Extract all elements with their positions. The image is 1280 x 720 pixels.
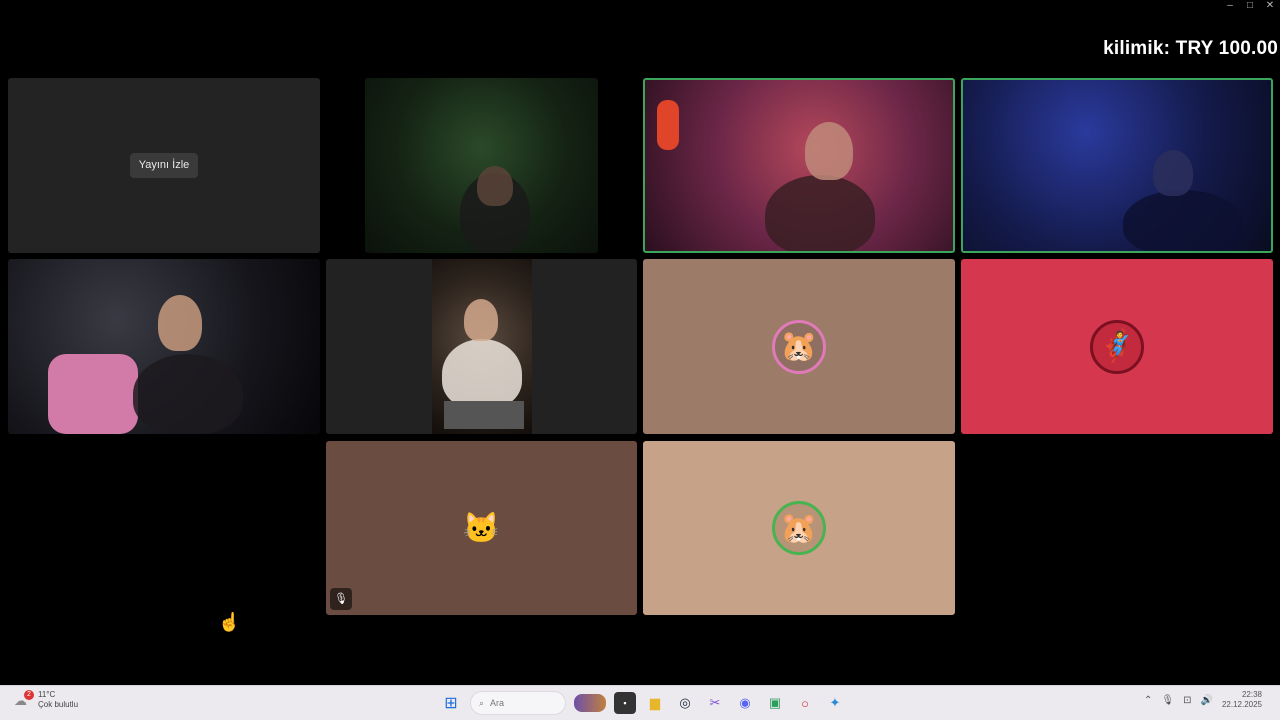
participant-video	[1123, 190, 1243, 251]
taskbar-apps: ⊞ ⌕ Ara ▪ ▆ ◎ ✂ ◉ ▣ ○ ✦	[440, 690, 846, 716]
discord-icon[interactable]: ◉	[734, 692, 756, 714]
snipping-tool-icon[interactable]: ✂	[704, 692, 726, 714]
participant-avatar: 🐹	[772, 319, 826, 374]
video-tile-blue-room-user[interactable]	[961, 78, 1273, 253]
close-button[interactable]: ✕	[1260, 0, 1280, 12]
opera-icon[interactable]: ○	[794, 692, 816, 714]
steam-icon[interactable]: ◎	[674, 692, 696, 714]
taskbar: ☁ 2 11°C Çok bulutlu ⊞ ⌕ Ara ▪ ▆ ◎ ✂ ◉ ▣…	[0, 685, 1280, 720]
participant-video	[133, 354, 243, 434]
participant-avatar: 🦸	[1090, 319, 1144, 374]
keyboard	[444, 401, 524, 429]
weather-text: 11°C Çok bulutlu	[38, 690, 78, 710]
weather-widget[interactable]: ☁ 2 11°C Çok bulutlu	[14, 690, 78, 710]
search-icon: ⌕	[479, 697, 485, 708]
avatar-tile-cat[interactable]: 🐱 🎙	[326, 441, 637, 615]
notification-badge: 2	[24, 690, 34, 700]
avatar-tile-green[interactable]: 🐹	[643, 441, 955, 615]
maximize-button[interactable]: □	[1240, 0, 1260, 12]
participant-head	[158, 295, 202, 351]
chevron-up-icon[interactable]: ⌃	[1144, 695, 1152, 706]
cloud-icon: ☁ 2	[14, 690, 34, 708]
video-tile-portrait-user[interactable]	[326, 259, 637, 434]
weather-condition: Çok bulutlu	[38, 700, 79, 709]
gaming-chair	[48, 354, 138, 434]
terminal-icon[interactable]: ▪	[614, 692, 636, 714]
windows-start-icon[interactable]: ⊞	[440, 692, 462, 714]
avatar-tile-pink[interactable]: 🐹	[643, 259, 955, 434]
participant-video	[442, 339, 522, 409]
participant-head	[464, 299, 498, 341]
volume-icon[interactable]: 🔊	[1201, 695, 1213, 706]
screen: – □ ✕ kilimik: TRY 100.00 Yayını İzle 🐹	[0, 0, 1280, 720]
window-controls: – □ ✕	[1220, 0, 1280, 12]
video-tile-speaking-user[interactable]	[643, 78, 955, 253]
taskbar-search[interactable]: ⌕ Ara	[470, 691, 566, 715]
stream-tile[interactable]: Yayını İzle	[8, 78, 320, 253]
microphone-muted-icon: 🎙	[330, 588, 352, 610]
participant-video	[765, 175, 875, 251]
video-tile-girl-with-dog[interactable]	[8, 259, 320, 434]
avatar-tile-red[interactable]: 🦸	[961, 259, 1273, 434]
minimize-button[interactable]: –	[1220, 0, 1240, 12]
hand-cursor-icon: ☝	[218, 612, 241, 632]
portrait-camera-feed	[432, 259, 532, 434]
participant-avatar: 🐹	[772, 501, 826, 555]
system-tray: ⌃ 🎙 ⊡ 🔊 22:38 22.12.2025	[1144, 690, 1262, 710]
network-icon[interactable]: ⊡	[1183, 695, 1191, 706]
watch-stream-button[interactable]: Yayını İzle	[130, 153, 198, 178]
search-placeholder: Ara	[490, 698, 505, 708]
lamp	[657, 100, 679, 150]
clock-time: 22:38	[1241, 690, 1262, 699]
microphone-icon[interactable]: 🎙	[1161, 695, 1174, 706]
folder-icon[interactable]: ▆	[644, 692, 666, 714]
participant-avatar: 🐱	[454, 501, 509, 555]
weather-temp: 11°C	[38, 690, 56, 699]
participant-head	[805, 122, 853, 180]
donation-overlay: kilimik: TRY 100.00	[1103, 38, 1278, 59]
game-app-icon[interactable]	[574, 694, 606, 712]
video-tile-headset-user[interactable]	[365, 78, 598, 253]
participant-head	[1153, 150, 1193, 196]
android-app-icon[interactable]: ▣	[764, 692, 786, 714]
clock[interactable]: 22:38 22.12.2025	[1222, 690, 1262, 710]
participant-head	[477, 166, 513, 206]
network-app-icon[interactable]: ✦	[824, 692, 846, 714]
clock-date: 22.12.2025	[1221, 700, 1262, 709]
